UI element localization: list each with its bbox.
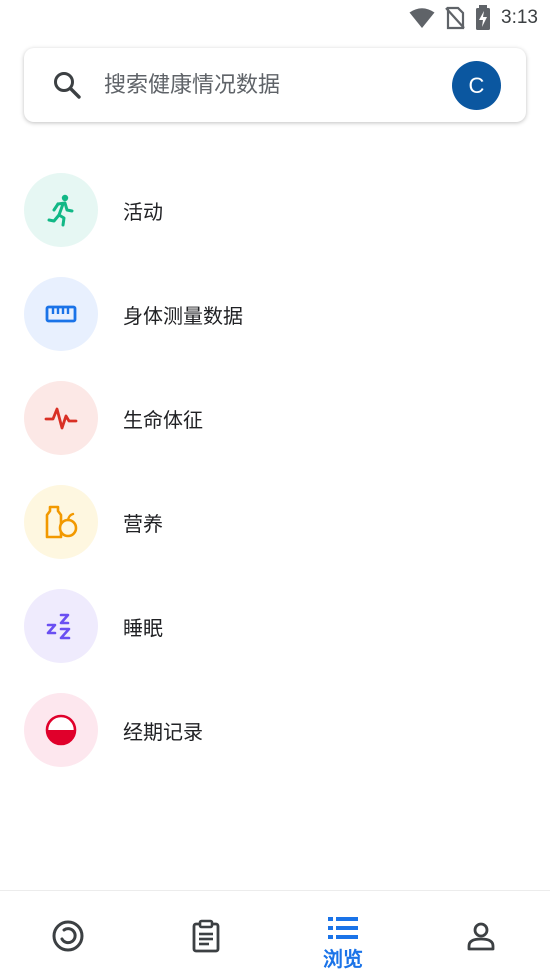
nav-records[interactable] [189,891,223,977]
status-time: 3:13 [501,7,538,28]
category-cycle-tracking[interactable]: 经期记录 [0,681,550,781]
category-label: 睡眠 [123,616,163,640]
sleep-icon-circle [24,589,98,663]
today-icon [52,920,84,952]
status-bar: 3:13 [0,0,550,36]
activity-icon-circle [24,173,98,247]
battery-charging-icon [476,5,491,30]
search-input[interactable]: 搜索健康情况数据 [104,67,280,99]
nutrition-icon [45,505,78,539]
wifi-icon [409,8,435,28]
profile-icon [467,922,495,951]
nav-browse[interactable]: 浏览 [318,891,368,977]
vitals-icon-circle [24,381,98,455]
heartbeat-icon [44,407,78,430]
bottom-navigation: 浏览 [0,890,550,977]
search-icon[interactable] [52,70,82,100]
zzz-icon [46,613,71,640]
category-body-measurements[interactable]: 身体测量数据 [0,265,550,365]
category-activity[interactable]: 活动 [0,161,550,261]
ruler-icon [45,305,77,323]
no-sim-icon [445,6,465,30]
avatar[interactable]: C [452,61,501,110]
nav-profile[interactable] [464,891,498,977]
category-label: 活动 [123,200,163,224]
body-measurements-icon-circle [24,277,98,351]
category-label: 营养 [123,512,163,536]
cycle-tracking-icon-circle [24,693,98,767]
category-nutrition[interactable]: 营养 [0,473,550,573]
nutrition-icon-circle [24,485,98,559]
category-label: 身体测量数据 [123,304,243,328]
cycle-icon [45,714,77,746]
nav-browse-label: 浏览 [323,947,363,971]
category-sleep[interactable]: 睡眠 [0,577,550,677]
clipboard-icon [192,919,220,953]
category-vitals[interactable]: 生命体征 [0,369,550,469]
running-person-icon [47,194,74,227]
category-label: 经期记录 [123,720,203,744]
category-label: 生命体征 [123,408,203,432]
nav-today[interactable] [51,891,85,977]
browse-list-icon [328,917,358,939]
